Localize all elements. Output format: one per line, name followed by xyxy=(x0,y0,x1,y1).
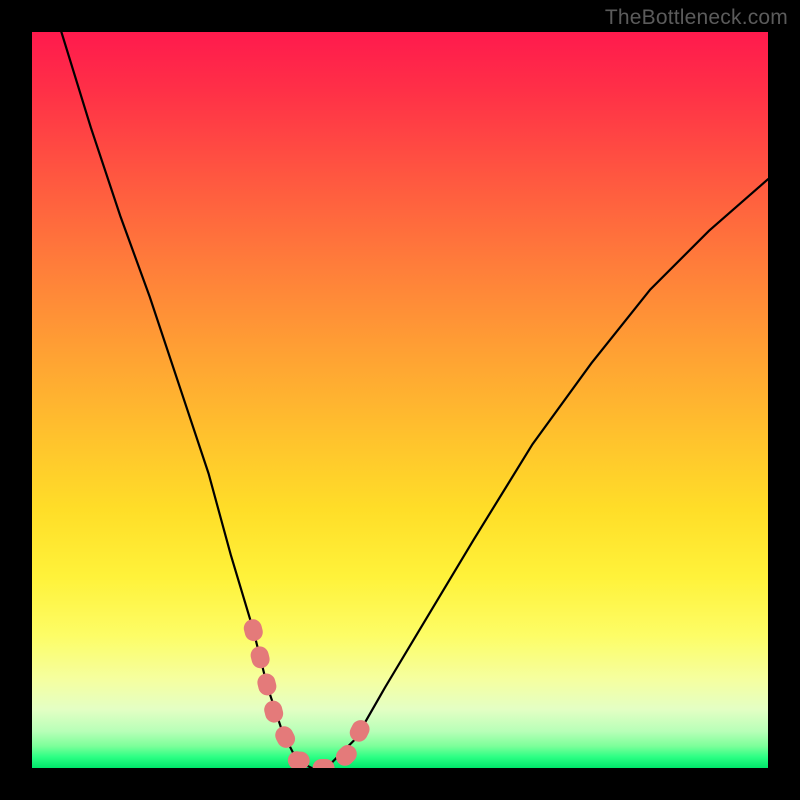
chart-frame: TheBottleneck.com xyxy=(0,0,800,800)
plot-area xyxy=(32,32,768,768)
trough-highlight xyxy=(253,628,363,768)
curve-svg xyxy=(32,32,768,768)
bottleneck-curve xyxy=(61,32,768,768)
watermark-text: TheBottleneck.com xyxy=(605,6,788,30)
